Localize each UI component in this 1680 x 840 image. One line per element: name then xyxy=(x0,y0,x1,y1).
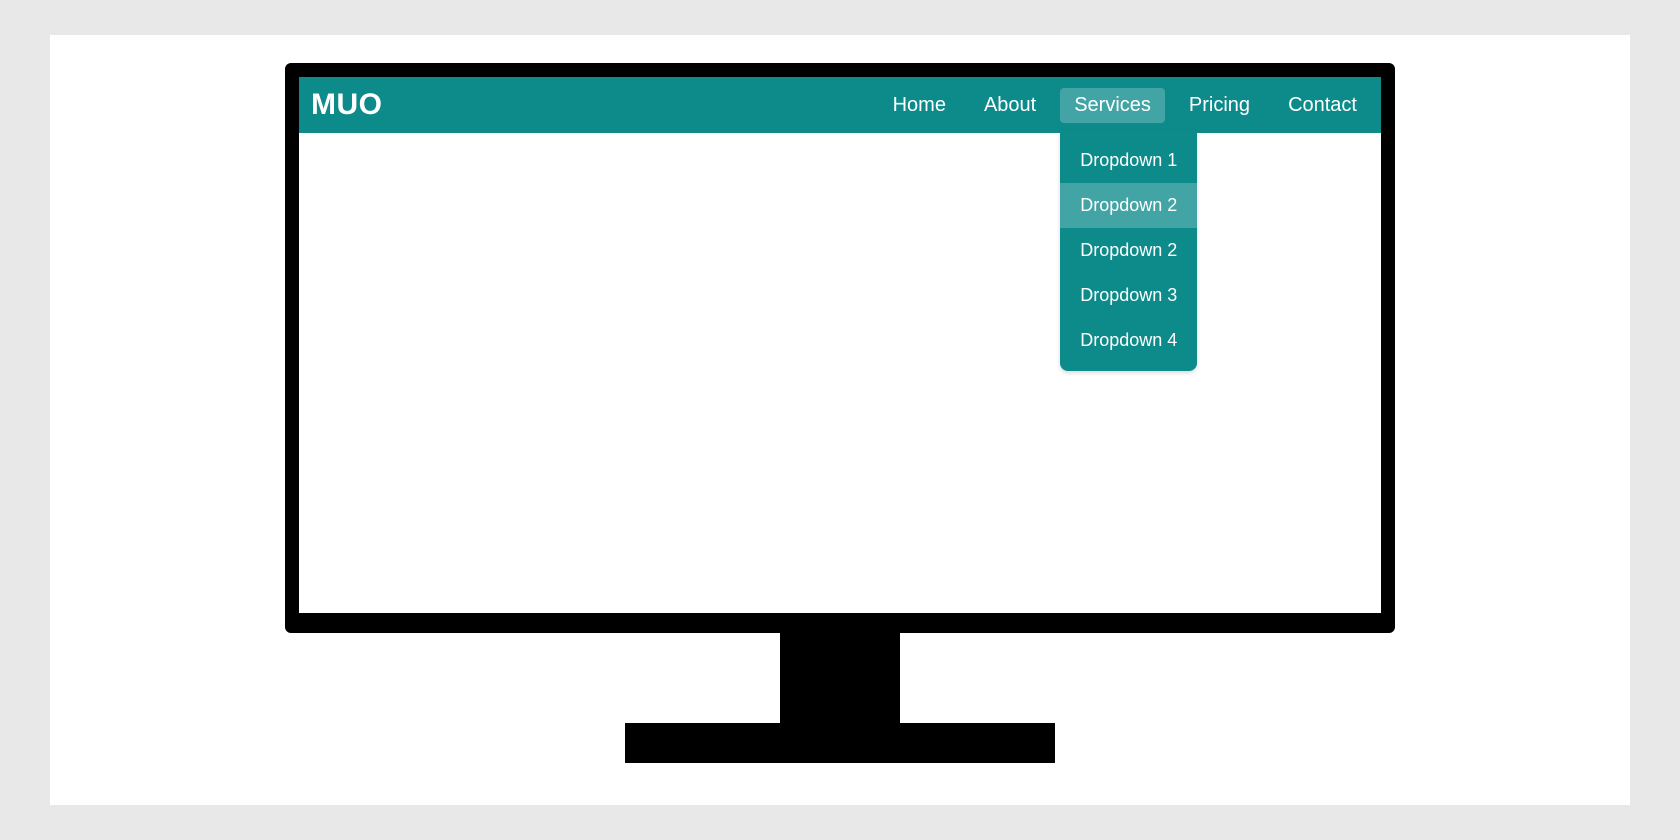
dropdown-services: Dropdown 1Dropdown 2Dropdown 2Dropdown 3… xyxy=(1060,130,1197,371)
navbar: MUO Home About ServicesDropdown 1Dropdown … xyxy=(299,77,1381,133)
monitor-stand-neck xyxy=(780,633,900,723)
screen: MUO HomeAboutServicesDropdown 1Dropdown … xyxy=(285,63,1395,633)
nav-link-contact[interactable]: Contact xyxy=(1274,88,1371,123)
nav-link-about[interactable]: About xyxy=(970,88,1050,123)
dropdown-item[interactable]: Dropdown 4 xyxy=(1060,318,1197,363)
nav-link-pricing[interactable]: Pricing xyxy=(1175,88,1264,123)
monitor: MUO HomeAboutServicesDropdown 1Dropdown … xyxy=(285,63,1395,763)
site-logo[interactable]: MUO xyxy=(311,88,383,122)
dropdown-item[interactable]: Dropdown 2 xyxy=(1060,228,1197,273)
nav-item-about: About xyxy=(970,88,1050,123)
canvas: MUO HomeAboutServicesDropdown 1Dropdown … xyxy=(50,35,1630,805)
nav-item-pricing: Pricing xyxy=(1175,88,1264,123)
nav-list: Home About ServicesDropdown 1Dropdown 2Dro… xyxy=(879,88,1371,123)
nav-link-home[interactable]: Home xyxy=(879,88,960,123)
dropdown-item[interactable]: Dropdown 1 xyxy=(1060,138,1197,183)
nav-item-services: ServicesDropdown 1Dropdown 2Dropdown 2Dr… xyxy=(1060,88,1165,123)
dropdown-item[interactable]: Dropdown 3 xyxy=(1060,273,1197,318)
nav-item-home: Home xyxy=(879,88,960,123)
nav-link-services[interactable]: Services xyxy=(1060,88,1165,123)
dropdown-item[interactable]: Dropdown 2 xyxy=(1060,183,1197,228)
monitor-stand-base xyxy=(625,723,1055,763)
nav-item-contact: Contact xyxy=(1274,88,1371,123)
page-content xyxy=(299,133,1381,613)
